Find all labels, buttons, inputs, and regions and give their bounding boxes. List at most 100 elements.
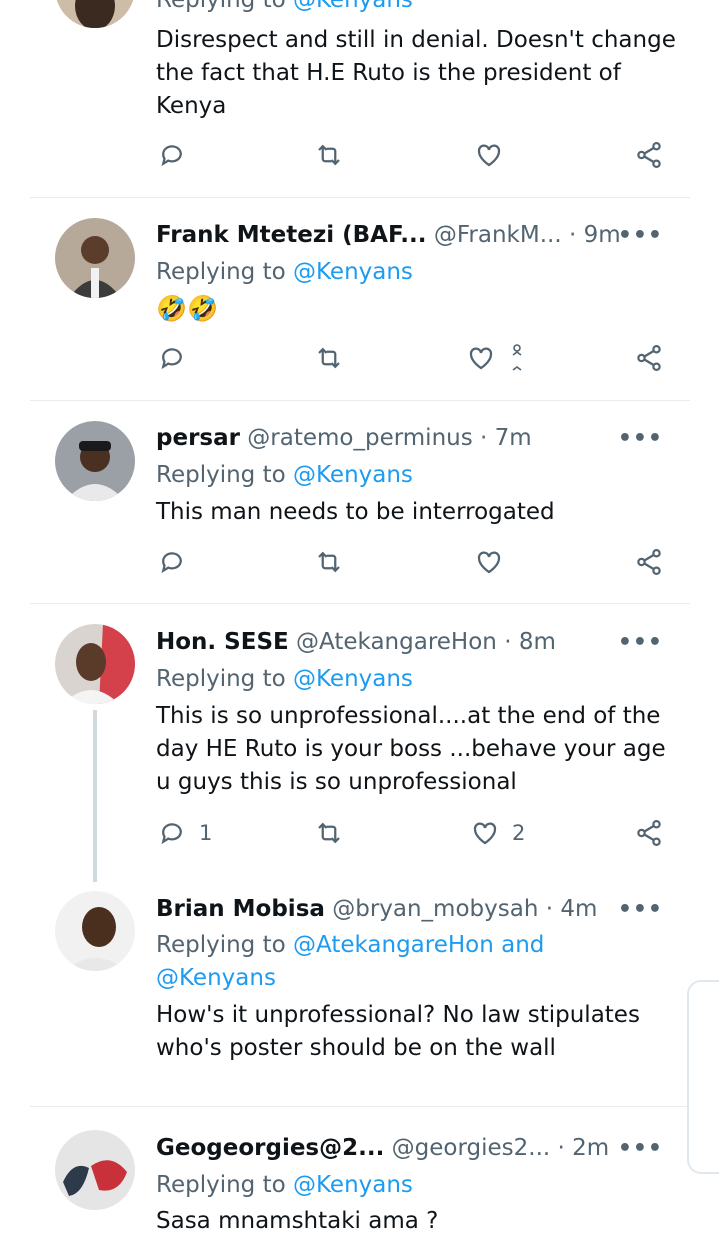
- separator-dot: ·: [545, 896, 554, 922]
- tweet-header: Brian Mobisa @bryan_mobysah · 4m: [156, 892, 691, 926]
- tweet-header: Frank Mtetezi (BAF... @FrankM... · 9m: [156, 218, 691, 252]
- timestamp[interactable]: 8m: [519, 629, 556, 655]
- retweet-button[interactable]: [314, 140, 344, 170]
- mention-link[interactable]: @Kenyans: [293, 0, 413, 13]
- like-count: 2: [512, 821, 526, 845]
- display-name[interactable]: Frank Mtetezi (BAF...: [156, 222, 427, 248]
- divider: [30, 603, 690, 604]
- avatar[interactable]: [55, 0, 135, 28]
- like-icon: [473, 822, 497, 845]
- replying-to: Replying to @Kenyans: [156, 459, 679, 492]
- retweet-button[interactable]: [314, 343, 344, 373]
- timestamp[interactable]: 7m: [495, 425, 532, 451]
- replying-to-label: Replying to: [156, 666, 286, 692]
- display-name[interactable]: persar: [156, 425, 240, 451]
- separator-dot: ·: [568, 222, 577, 248]
- share-icon: [637, 549, 661, 575]
- user-handle[interactable]: @FrankM...: [434, 222, 562, 248]
- tweet-text: Disrespect and still in denial. Doesn't …: [156, 27, 676, 119]
- share-icon: [637, 820, 661, 846]
- avatar[interactable]: [55, 1130, 135, 1210]
- replying-to-label: Replying to: [156, 1172, 286, 1198]
- reply-icon: [161, 552, 182, 574]
- share-button[interactable]: [634, 343, 664, 373]
- count-rolling-icon: [512, 344, 522, 371]
- divider: [30, 1106, 690, 1107]
- share-button[interactable]: [634, 547, 664, 577]
- replying-to: Replying to @Kenyans: [156, 663, 679, 696]
- share-icon: [637, 345, 661, 371]
- like-icon: [469, 347, 493, 370]
- like-button[interactable]: [466, 343, 524, 373]
- reply-button[interactable]: [157, 140, 187, 170]
- tweet-text: How's it unprofessional? No law stipulat…: [156, 1002, 640, 1061]
- share-button[interactable]: [634, 140, 664, 170]
- display-name[interactable]: Hon. SESE: [156, 629, 289, 655]
- divider: [30, 400, 690, 401]
- tweet-actions: 1 2: [0, 818, 719, 858]
- user-handle[interactable]: @AtekangareHon: [296, 629, 497, 655]
- like-icon: [477, 551, 501, 574]
- replying-to-label: Replying to: [156, 259, 286, 285]
- avatar[interactable]: [55, 421, 135, 501]
- avatar[interactable]: [55, 218, 135, 298]
- tweet-header: Hon. SESE @AtekangareHon · 8m: [156, 625, 691, 659]
- tweet-text: Sasa mnamshtaki ama ?: [156, 1208, 439, 1234]
- mention-link[interactable]: @Kenyans: [293, 666, 413, 692]
- more-icon[interactable]: •••: [618, 632, 663, 654]
- tweet-header: persar @ratemo_perminus · 7m: [156, 421, 691, 455]
- replying-to: Replying to @Kenyans: [156, 0, 679, 17]
- reply-count: 1: [199, 821, 213, 845]
- avatar[interactable]: [55, 891, 135, 971]
- separator-dot: ·: [557, 1135, 565, 1161]
- mention-link[interactable]: @Kenyans: [293, 1172, 413, 1198]
- reply-button[interactable]: 1: [157, 818, 212, 848]
- retweet-icon: [318, 347, 340, 369]
- reply-button[interactable]: [157, 547, 187, 577]
- replying-to: Replying to @AtekangareHon and @Kenyans: [156, 929, 559, 995]
- divider: [30, 197, 690, 198]
- tweet-actions: [0, 547, 719, 587]
- replying-to-label: Replying to: [156, 462, 286, 488]
- user-handle[interactable]: @bryan_mobysah: [332, 896, 538, 922]
- like-button[interactable]: 2: [470, 818, 525, 848]
- tweet-text: This man needs to be interrogated: [156, 499, 555, 525]
- reply-icon: [161, 823, 182, 845]
- display-name[interactable]: Brian Mobisa: [156, 896, 325, 922]
- replying-to: Replying to @Kenyans: [156, 256, 679, 289]
- more-icon[interactable]: •••: [618, 1138, 663, 1160]
- reply-icon: [161, 145, 182, 167]
- mention-link[interactable]: @Kenyans: [293, 462, 413, 488]
- retweet-icon: [318, 822, 340, 844]
- like-button[interactable]: [474, 547, 504, 577]
- more-icon[interactable]: •••: [618, 899, 663, 921]
- like-icon: [477, 144, 501, 167]
- tweet-text: 🤣🤣: [156, 294, 219, 323]
- scroll-handle[interactable]: [687, 980, 719, 1174]
- mention-link[interactable]: @Kenyans: [293, 259, 413, 285]
- user-handle[interactable]: @georgies2...: [392, 1135, 551, 1161]
- tweet-text: This is so unprofessional....at the end …: [156, 703, 666, 795]
- retweet-button[interactable]: [314, 818, 344, 848]
- separator-dot: ·: [480, 425, 488, 451]
- timestamp[interactable]: 9m: [584, 222, 621, 248]
- replying-to-label: Replying to: [156, 932, 286, 958]
- share-button[interactable]: [634, 818, 664, 848]
- reply-button[interactable]: [157, 343, 187, 373]
- replying-to: Replying to @Kenyans: [156, 1169, 679, 1202]
- timestamp[interactable]: 4m: [560, 896, 597, 922]
- tweet-actions: [0, 343, 719, 383]
- reply-icon: [161, 348, 182, 370]
- share-icon: [637, 142, 661, 168]
- separator-dot: ·: [504, 629, 512, 655]
- like-button[interactable]: [474, 140, 504, 170]
- retweet-icon: [318, 551, 340, 573]
- user-handle[interactable]: @ratemo_perminus: [247, 425, 472, 451]
- more-icon[interactable]: •••: [618, 225, 663, 247]
- timestamp[interactable]: 2m: [572, 1135, 609, 1161]
- retweet-button[interactable]: [314, 547, 344, 577]
- avatar[interactable]: [55, 624, 135, 704]
- tweet-header: Geogeorgies@2... @georgies2... · 2m: [156, 1131, 691, 1165]
- more-icon[interactable]: •••: [618, 428, 663, 450]
- display-name[interactable]: Geogeorgies@2...: [156, 1135, 384, 1161]
